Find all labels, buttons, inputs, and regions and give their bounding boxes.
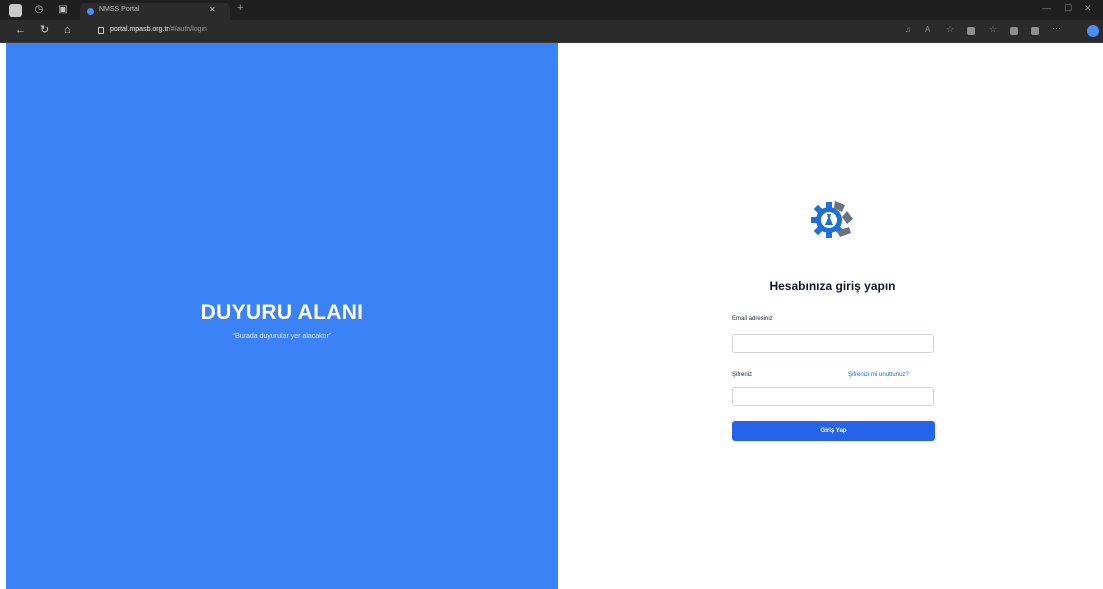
home-icon[interactable]: ⌂ — [64, 25, 71, 36]
minimize-icon[interactable]: — — [1042, 3, 1051, 13]
announcement-panel: DUYURU ALANI "Burada duyurular yer alaca… — [6, 43, 558, 589]
url-text: portal.mpasb.org.tr/#/auth/login — [110, 26, 207, 33]
login-heading: Hesabınıza giriş yapın — [769, 279, 896, 293]
back-icon[interactable]: ← — [15, 25, 26, 36]
browser-profile-icon[interactable] — [9, 4, 22, 17]
browser-tab-bar: ◷ ▣ NMSS Portal ✕ + — ☐ ✕ — [0, 0, 1103, 20]
email-field[interactable] — [732, 334, 934, 353]
forgot-password-link[interactable]: Şifrenizi mi unuttunuz? — [848, 372, 909, 378]
copilot-icon[interactable] — [1087, 25, 1099, 37]
collections-icon[interactable] — [1010, 27, 1018, 35]
tab-active[interactable]: NMSS Portal ✕ — [80, 3, 230, 20]
password-field[interactable] — [732, 387, 934, 406]
history-icon[interactable]: ◷ — [34, 5, 44, 15]
announcement-subtitle: "Burada duyurular yer alacaktır" — [232, 333, 332, 340]
split-screen-icon[interactable] — [967, 27, 975, 35]
translate-icon[interactable]: A — [925, 25, 933, 34]
favorites-icon[interactable]: ☆ — [989, 24, 997, 34]
close-window-icon[interactable]: ✕ — [1084, 3, 1092, 14]
more-menu-icon[interactable]: ··· — [1052, 23, 1061, 33]
read-aloud-icon[interactable]: ♫ — [905, 25, 913, 34]
refresh-icon[interactable]: ↻ — [40, 25, 49, 36]
favicon-icon — [87, 8, 94, 15]
url-field[interactable]: portal.mpasb.org.tr/#/auth/login — [88, 23, 888, 39]
tab-actions-icon[interactable]: ▣ — [58, 5, 68, 15]
lock-icon[interactable] — [98, 27, 104, 34]
email-label: Email adresiniz — [732, 316, 773, 322]
tab-title: NMSS Portal — [99, 6, 140, 13]
login-button[interactable]: Giriş Yap — [732, 421, 935, 441]
logo-icon — [811, 201, 853, 238]
password-label: Şifreniz — [732, 372, 753, 378]
new-tab-icon[interactable]: + — [237, 3, 243, 14]
announcement-title: DUYURU ALANI — [200, 301, 364, 324]
tab-close-icon[interactable]: ✕ — [209, 5, 216, 14]
maximize-icon[interactable]: ☐ — [1064, 3, 1072, 14]
login-panel: Hesabınıza giriş yapın Email adresiniz Ş… — [558, 43, 1103, 589]
browser-address-bar: ← ↻ ⌂ portal.mpasb.org.tr/#/auth/login ♫… — [0, 20, 1103, 43]
extension-icon[interactable] — [1031, 27, 1039, 35]
favorite-star-icon[interactable]: ☆ — [946, 24, 954, 34]
